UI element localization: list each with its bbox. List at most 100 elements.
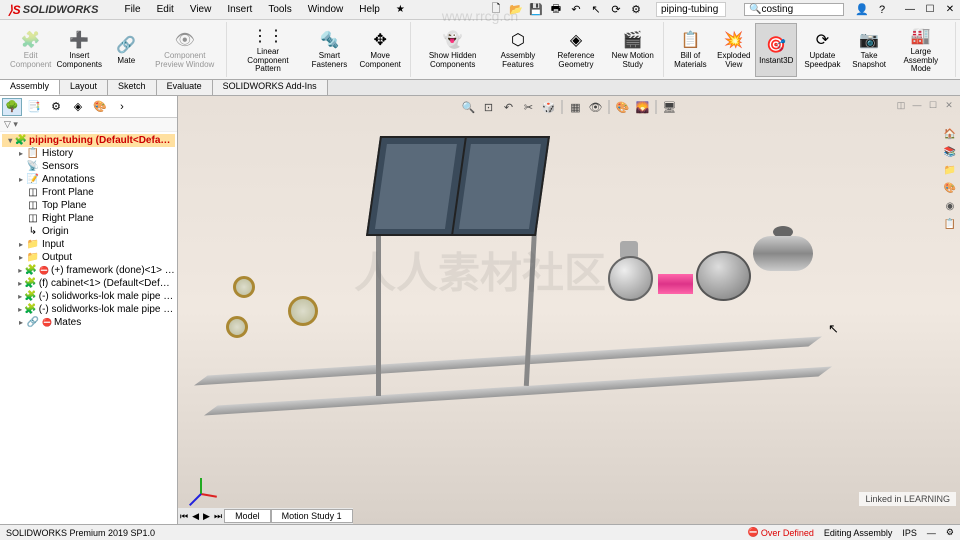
configuration-tab-icon[interactable]: ⚙	[46, 98, 66, 116]
tree-item[interactable]: 📡Sensors	[2, 160, 175, 173]
assembly-features-button[interactable]: ⬡Assembly Features	[490, 23, 546, 77]
expand-icon[interactable]: ▸	[16, 240, 26, 249]
custom-props-icon[interactable]: 📋	[942, 216, 958, 232]
rebuild-icon[interactable]: ⟳	[608, 2, 624, 18]
tree-item[interactable]: ◫Front Plane	[2, 186, 175, 199]
tree-item[interactable]: ▸📁Input	[2, 238, 175, 251]
expand-icon[interactable]: ▸	[16, 279, 24, 288]
new-icon[interactable]: 🗋	[488, 2, 504, 18]
expand-icon[interactable]: ▸	[16, 149, 26, 158]
tree-item[interactable]: ▸📁Output	[2, 251, 175, 264]
mate-button[interactable]: 🔗Mate	[105, 23, 147, 77]
tree-item[interactable]: ↳Origin	[2, 225, 175, 238]
vp-tile-icon[interactable]: ◫	[894, 98, 908, 112]
menu-edit[interactable]: Edit	[149, 4, 182, 15]
sheet-nav-first-icon[interactable]: ⏮	[178, 511, 190, 522]
sheet-nav-last-icon[interactable]: ⏭	[212, 511, 224, 522]
menu-help[interactable]: Help	[351, 4, 388, 15]
status-settings-icon[interactable]: ⚙	[946, 527, 954, 538]
hide-show-icon[interactable]: 👁	[587, 98, 605, 116]
select-icon[interactable]: ↖	[588, 2, 604, 18]
close-button[interactable]: ✕	[940, 2, 960, 18]
menu-file[interactable]: File	[116, 4, 148, 15]
tab-sketch[interactable]: Sketch	[108, 80, 157, 95]
sheet-nav-next-icon[interactable]: ▶	[201, 511, 212, 522]
tab-assembly[interactable]: Assembly	[0, 80, 60, 95]
tab-evaluate[interactable]: Evaluate	[157, 80, 213, 95]
large-assembly-button[interactable]: 🏭Large Assembly Mode	[891, 23, 951, 77]
tree-item[interactable]: ▸🧩(-) solidworks-lok male pipe weld con	[2, 303, 175, 316]
vp-min-icon[interactable]: —	[910, 98, 924, 112]
edit-appearance-icon[interactable]: 🎨	[614, 98, 632, 116]
filter-bar[interactable]: ▽ ▾	[0, 118, 177, 132]
show-hidden-button[interactable]: 👻Show Hidden Components	[415, 23, 490, 77]
zoom-area-icon[interactable]: ⊡	[480, 98, 498, 116]
save-icon[interactable]: 💾	[528, 2, 544, 18]
new-motion-study-button[interactable]: 🎬New Motion Study	[606, 23, 659, 77]
menu-pin-icon[interactable]: ★	[388, 4, 413, 15]
take-snapshot-button[interactable]: 📷Take Snapshot	[848, 23, 891, 77]
expand-icon[interactable]: ▸	[16, 175, 26, 184]
menu-tools[interactable]: Tools	[260, 4, 299, 15]
sheet-tab-motion[interactable]: Motion Study 1	[271, 509, 353, 523]
search-bar[interactable]: 🔍	[744, 3, 844, 16]
design-library-icon[interactable]: 📚	[942, 144, 958, 160]
apply-scene-icon[interactable]: 🌄	[634, 98, 652, 116]
search-input[interactable]	[761, 4, 841, 15]
previous-view-icon[interactable]: ↶	[500, 98, 518, 116]
expand-icon[interactable]: ▸	[16, 253, 26, 262]
vp-close-icon[interactable]: ✕	[942, 98, 956, 112]
linear-pattern-button[interactable]: ⋮⋮Linear Component Pattern	[231, 23, 305, 77]
sheet-nav-prev-icon[interactable]: ◀	[190, 511, 201, 522]
menu-insert[interactable]: Insert	[219, 4, 260, 15]
tree-item[interactable]: ◫Right Plane	[2, 212, 175, 225]
minimize-button[interactable]: —	[900, 2, 920, 18]
update-speedpak-button[interactable]: ⟳Update Speedpak	[797, 23, 847, 77]
expand-icon[interactable]: ▸	[16, 266, 25, 275]
view-orientation-icon[interactable]: 🎲	[540, 98, 558, 116]
orientation-triad[interactable]	[190, 469, 220, 499]
tree-item[interactable]: ▸🧩(f) cabinet<1> (Default<Default_Disp	[2, 277, 175, 290]
appearances-icon[interactable]: ◉	[942, 198, 958, 214]
status-units[interactable]: IPS	[902, 528, 917, 538]
open-icon[interactable]: 📂	[508, 2, 524, 18]
expand-icon[interactable]: ▸	[16, 305, 24, 314]
tab-layout[interactable]: Layout	[60, 80, 108, 95]
exploded-view-button[interactable]: 💥Exploded View	[712, 23, 755, 77]
collapse-icon[interactable]: ▾	[6, 136, 15, 145]
graphics-viewport[interactable]: 🔍 ⊡ ↶ ✂ 🎲 ▦ 👁 🎨 🌄 🖥 ◫ — ☐ ✕ 🏠 📚 📁 🎨 ◉	[178, 96, 960, 524]
menu-view[interactable]: View	[182, 4, 220, 15]
tab-addins[interactable]: SOLIDWORKS Add-Ins	[213, 80, 328, 95]
feature-tree-tab-icon[interactable]: 🌳	[2, 98, 22, 116]
smart-fasteners-button[interactable]: 🔩Smart Fasteners	[305, 23, 354, 77]
user-icon[interactable]: 👤	[854, 2, 870, 18]
tree-root[interactable]: ▾ 🧩 piping-tubing (Default<Default_Disp	[2, 134, 175, 147]
options-icon[interactable]: ⚙	[628, 2, 644, 18]
print-icon[interactable]: 🖶	[548, 2, 564, 18]
display-tab-icon[interactable]: 🎨	[90, 98, 110, 116]
tree-item[interactable]: ▸🔗⛔Mates	[2, 316, 175, 329]
resources-tab-icon[interactable]: 🏠	[942, 126, 958, 142]
insert-components-button[interactable]: ➕Insert Components	[53, 23, 105, 77]
expand-tab-icon[interactable]: ›	[112, 98, 132, 116]
expand-icon[interactable]: ▸	[16, 292, 24, 301]
tree-item[interactable]: ▸📋History	[2, 147, 175, 160]
maximize-button[interactable]: ☐	[920, 2, 940, 18]
undo-icon[interactable]: ↶	[568, 2, 584, 18]
help-icon[interactable]: ?	[874, 2, 890, 18]
display-style-icon[interactable]: ▦	[567, 98, 585, 116]
section-view-icon[interactable]: ✂	[520, 98, 538, 116]
expand-icon[interactable]: ▸	[16, 318, 26, 327]
tree-item[interactable]: ▸📝Annotations	[2, 173, 175, 186]
instant3d-button[interactable]: 🎯Instant3D	[755, 23, 797, 77]
file-explorer-icon[interactable]: 📁	[942, 162, 958, 178]
vp-max-icon[interactable]: ☐	[926, 98, 940, 112]
zoom-fit-icon[interactable]: 🔍	[460, 98, 478, 116]
status-over-defined[interactable]: ⛔ Over Defined	[748, 527, 814, 538]
property-manager-tab-icon[interactable]: 📑	[24, 98, 44, 116]
view-palette-icon[interactable]: 🎨	[942, 180, 958, 196]
tree-item[interactable]: ◫Top Plane	[2, 199, 175, 212]
menu-window[interactable]: Window	[300, 4, 352, 15]
tree-item[interactable]: ▸🧩⛔(+) framework (done)<1> (Defau	[2, 264, 175, 277]
move-component-button[interactable]: ✥Move Component	[354, 23, 406, 77]
